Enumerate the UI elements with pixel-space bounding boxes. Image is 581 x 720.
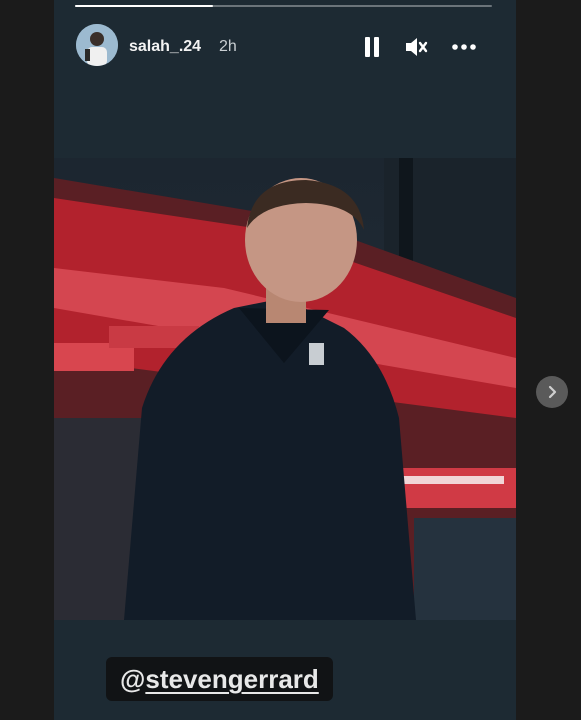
mention-sticker[interactable]: @stevengerrard	[106, 657, 333, 701]
avatar-photo-icon	[76, 24, 118, 66]
mention-handle: stevengerrard	[145, 664, 319, 694]
muted-speaker-icon	[406, 38, 428, 56]
story-timestamp: 2h	[219, 38, 237, 55]
more-options-button[interactable]	[451, 34, 477, 60]
more-options-icon	[452, 44, 476, 50]
stadium-portrait-image	[54, 158, 516, 620]
story-username[interactable]: salah_.24	[129, 38, 201, 56]
story-photo	[54, 158, 516, 620]
story-progress-fill	[75, 5, 213, 7]
chevron-right-icon	[548, 385, 557, 399]
next-story-button[interactable]	[536, 376, 568, 408]
avatar[interactable]	[76, 24, 118, 66]
story-viewer: salah_.24 2h @stevengerrard	[54, 0, 516, 720]
story-progress-bar	[75, 5, 492, 7]
mention-at: @	[120, 664, 146, 694]
pause-button[interactable]	[359, 34, 385, 60]
mute-button[interactable]	[403, 34, 429, 60]
pause-icon	[365, 37, 379, 57]
story-header: salah_.24 2h	[54, 22, 516, 70]
